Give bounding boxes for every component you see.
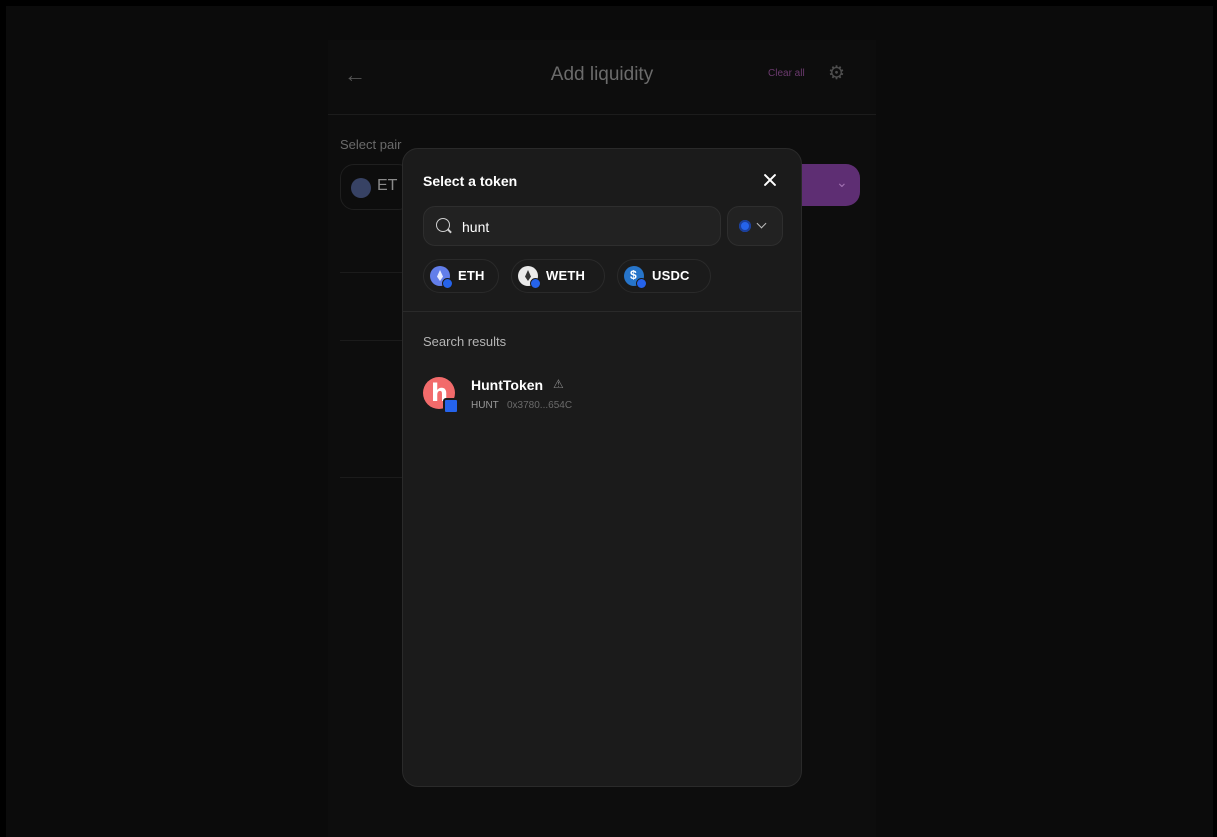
- modal-title: Select a token: [423, 173, 518, 189]
- token-chip-weth[interactable]: WETH: [511, 259, 605, 293]
- divider: [340, 340, 410, 341]
- search-icon: [436, 218, 450, 232]
- divider: [340, 272, 410, 273]
- search-results-label: Search results: [423, 334, 507, 349]
- network-badge-icon: [636, 278, 647, 289]
- token-chip-label: USDC: [652, 268, 690, 283]
- token-search-field[interactable]: [423, 206, 721, 246]
- eth-icon: [351, 178, 371, 198]
- warning-icon: ⚠: [553, 377, 564, 391]
- base-network-icon: [739, 220, 751, 232]
- page-header: ← Add liquidity Clear all ⚙: [328, 40, 876, 115]
- token-symbol: HUNT: [471, 400, 499, 411]
- network-badge-icon: [530, 278, 541, 289]
- chevron-down-icon: ⌄: [836, 174, 848, 190]
- network-badge-icon: [442, 278, 453, 289]
- divider: [340, 477, 410, 478]
- token-chip-eth[interactable]: ETH: [423, 259, 499, 293]
- token-b-selector[interactable]: ⌄: [798, 164, 860, 206]
- network-badge-icon: [443, 398, 459, 414]
- network-selector-button[interactable]: [727, 206, 783, 246]
- chevron-down-icon: [756, 218, 767, 229]
- select-token-modal: Select a token ETH WETH USDC Search resu…: [402, 148, 802, 787]
- list-item[interactable]: h HuntToken ⚠ HUNT 0x3780...654C: [413, 365, 791, 419]
- settings-gear-icon[interactable]: ⚙: [828, 62, 845, 85]
- token-chip-label: WETH: [546, 268, 586, 283]
- token-chip-label: ETH: [458, 268, 485, 283]
- select-pair-label: Select pair: [340, 137, 402, 152]
- token-name: HuntToken: [471, 377, 544, 393]
- token-chip-usdc[interactable]: USDC: [617, 259, 711, 293]
- close-icon[interactable]: [757, 167, 783, 193]
- search-input[interactable]: [460, 215, 704, 239]
- clear-all-button[interactable]: Clear all: [768, 68, 805, 79]
- token-a-label: ET: [377, 177, 398, 194]
- token-address: 0x3780...654C: [507, 400, 573, 411]
- divider: [403, 311, 801, 312]
